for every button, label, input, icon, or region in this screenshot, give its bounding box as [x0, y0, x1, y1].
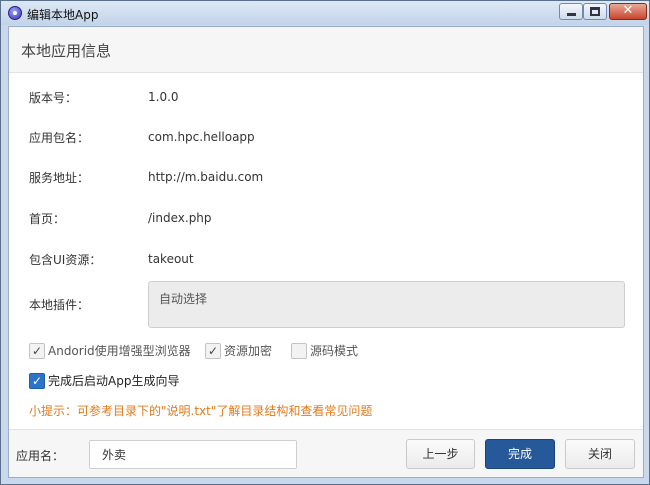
launch-wizard-checkbox[interactable]: ✓ 完成后启动App生成向导 — [29, 372, 179, 389]
close-icon: ✕ — [622, 3, 634, 18]
section-title: 本地应用信息 — [21, 42, 112, 60]
local-plugin-value: 自动选择 — [159, 292, 208, 306]
local-plugin-label: 本地插件： — [29, 298, 90, 312]
homepage-value: /index.php — [148, 211, 212, 225]
source-mode-checkbox[interactable]: 源码模式 — [291, 342, 358, 359]
source-mode-label: 源码模式 — [310, 344, 359, 358]
minimize-icon — [567, 13, 576, 16]
maximize-button[interactable] — [583, 3, 607, 20]
checkbox-box: ✓ — [29, 372, 45, 389]
close-button[interactable]: 关闭 — [565, 439, 635, 469]
enhanced-browser-checkbox[interactable]: ✓ Andorid使用增强型浏览器 — [29, 342, 191, 359]
package-name-label: 应用包名： — [29, 131, 90, 145]
app-logo-icon — [8, 6, 22, 20]
finish-button[interactable]: 完成 — [485, 439, 555, 469]
maximize-icon — [590, 7, 600, 16]
checkbox-box: ✓ — [205, 342, 221, 359]
enhanced-browser-label: Andorid使用增强型浏览器 — [48, 344, 191, 358]
dialog-window: 编辑本地App ✕ 本地应用信息 版本号： 1.0.0 应用包名： com.hp… — [0, 0, 650, 485]
app-name-input[interactable] — [89, 440, 297, 469]
window-title: 编辑本地App — [27, 8, 99, 22]
checkbox-box: ✓ — [29, 342, 45, 359]
section-header: 本地应用信息 — [9, 27, 643, 73]
close-window-button[interactable]: ✕ — [609, 3, 647, 20]
package-name-value: com.hpc.helloapp — [148, 130, 255, 144]
homepage-label: 首页： — [29, 212, 66, 226]
check-icon: ✓ — [31, 343, 43, 358]
launch-wizard-label: 完成后启动App生成向导 — [48, 374, 180, 388]
local-plugin-field[interactable]: 自动选择 — [148, 281, 625, 328]
version-value: 1.0.0 — [148, 90, 179, 104]
check-icon: ✓ — [207, 343, 219, 358]
tip-text: 小提示：可参考目录下的"说明.txt"了解目录结构和查看常见问题 — [29, 404, 373, 418]
ui-resource-value: takeout — [148, 252, 194, 266]
resource-encrypt-checkbox[interactable]: ✓ 资源加密 — [205, 342, 272, 359]
service-url-value: http://m.baidu.com — [148, 170, 264, 184]
previous-step-button[interactable]: 上一步 — [406, 439, 475, 469]
ui-resource-label: 包含UI资源： — [29, 253, 102, 267]
service-url-label: 服务地址： — [29, 171, 90, 185]
version-label: 版本号： — [29, 91, 78, 105]
checkbox-box — [291, 342, 307, 359]
minimize-button[interactable] — [559, 3, 583, 20]
resource-encrypt-label: 资源加密 — [224, 344, 273, 358]
dialog-footer: 应用名： 上一步 完成 关闭 — [9, 429, 643, 477]
check-icon: ✓ — [31, 373, 43, 388]
app-name-label: 应用名： — [16, 449, 65, 463]
dialog-content: 本地应用信息 版本号： 1.0.0 应用包名： com.hpc.helloapp… — [8, 26, 644, 478]
title-bar[interactable]: 编辑本地App ✕ — [1, 1, 649, 25]
